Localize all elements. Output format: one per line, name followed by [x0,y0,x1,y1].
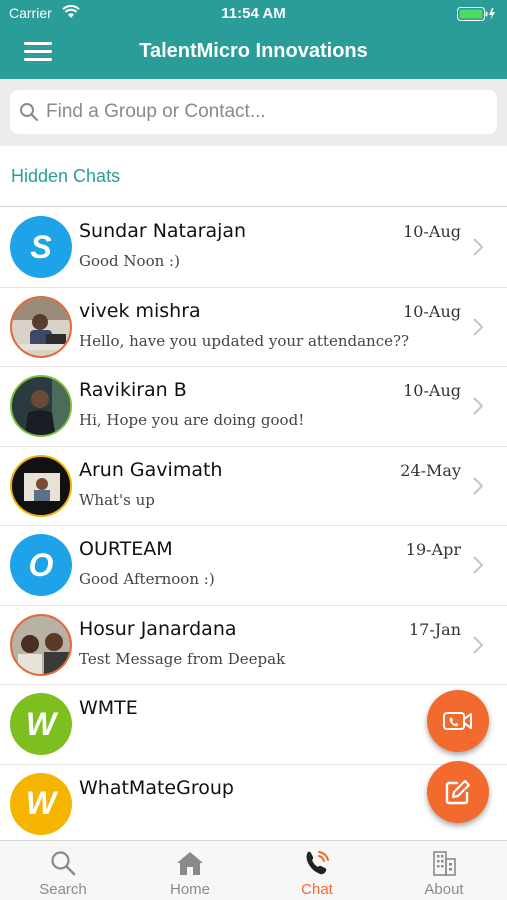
chat-row[interactable]: vivek mishra 10-Aug Hello, have you upda… [0,288,507,367]
chat-preview: Hello, have you updated your attendance?… [79,331,410,350]
building-icon [433,851,456,876]
chevron-right-icon [473,556,483,574]
chat-row[interactable]: O OURTEAM 19-Apr Good Afternoon :) [0,526,507,606]
tab-bar: Search Home Chat About [0,840,507,900]
chat-name: OURTEAM [79,538,173,560]
avatar [10,375,72,437]
avatar: O [10,534,72,596]
avatar-photo [12,297,70,356]
chat-name: Ravikiran B [79,379,187,401]
hidden-chats-row: Hidden Chats [0,146,507,207]
chat-preview: Hi, Hope you are doing good! [79,411,305,429]
tab-about[interactable]: About [381,841,507,900]
chat-phone-icon [306,851,329,875]
search-bar-container [0,79,507,146]
chat-preview: Good Afternoon :) [79,570,215,588]
search-input[interactable] [46,96,486,128]
chat-row[interactable]: Hosur Janardana 17-Jan Test Message from… [0,606,507,685]
avatar: S [10,216,72,278]
chat-date: 10-Aug [403,381,461,400]
tab-label: About [424,881,464,898]
chat-name: vivek mishra [79,299,201,322]
tab-label: Chat [301,881,333,898]
chat-list: S Sundar Natarajan 10-Aug Good Noon :) v… [0,208,507,840]
chat-name: Arun Gavimath [79,458,223,481]
chevron-right-icon [473,238,483,256]
chat-row[interactable]: Ravikiran B 10-Aug Hi, Hope you are doin… [0,367,507,447]
chat-date: 24-May [400,460,461,480]
video-call-icon [443,712,472,730]
chat-name: Hosur Janardana [79,617,237,640]
search-icon [51,851,76,876]
chat-date: 17-Jan [408,619,461,639]
chevron-right-icon [473,476,483,495]
avatar: W [10,772,72,835]
chat-row[interactable]: Arun Gavimath 24-May What's up [0,447,507,526]
chevron-right-icon [473,397,483,415]
tab-search[interactable]: Search [0,841,126,900]
chat-date: 10-Aug [403,222,461,241]
tab-label: Search [39,881,87,898]
chat-row[interactable]: S Sundar Natarajan 10-Aug Good Noon :) [0,208,507,288]
tab-label: Home [169,881,210,898]
search-box[interactable] [10,90,497,134]
status-bar: Carrier 11:54 AM [0,0,507,28]
chat-preview: Good Noon :) [79,252,180,270]
compose-icon [445,779,471,805]
battery-icon [457,7,495,21]
avatar-photo [12,456,70,515]
avatar [10,454,72,517]
avatar: W [10,693,72,755]
avatar-photo [12,615,70,674]
navigation-bar: TalentMicro Innovations [0,28,507,79]
compose-button[interactable] [427,761,489,823]
search-icon [20,103,39,122]
chat-preview: What's up [79,490,155,509]
chat-name: WMTE [79,697,138,719]
chat-name: Sundar Natarajan [79,220,247,242]
home-icon [177,852,203,875]
video-call-button[interactable] [427,690,489,752]
chat-name: WhatMateGroup [79,776,234,799]
hidden-chats-link[interactable]: Hidden Chats [11,166,120,187]
tab-home[interactable]: Home [127,841,253,900]
page-title: TalentMicro Innovations [139,40,368,62]
avatar [10,613,72,676]
tab-chat[interactable]: Chat [254,841,380,900]
avatar [10,295,72,358]
chat-date: 10-Aug [403,301,461,321]
chat-preview: Test Message from Deepak [79,649,286,668]
avatar-photo [12,377,70,435]
chevron-right-icon [473,635,483,654]
chevron-right-icon [473,317,483,336]
clock: 11:54 AM [221,5,286,22]
chat-date: 19-Apr [405,540,461,559]
